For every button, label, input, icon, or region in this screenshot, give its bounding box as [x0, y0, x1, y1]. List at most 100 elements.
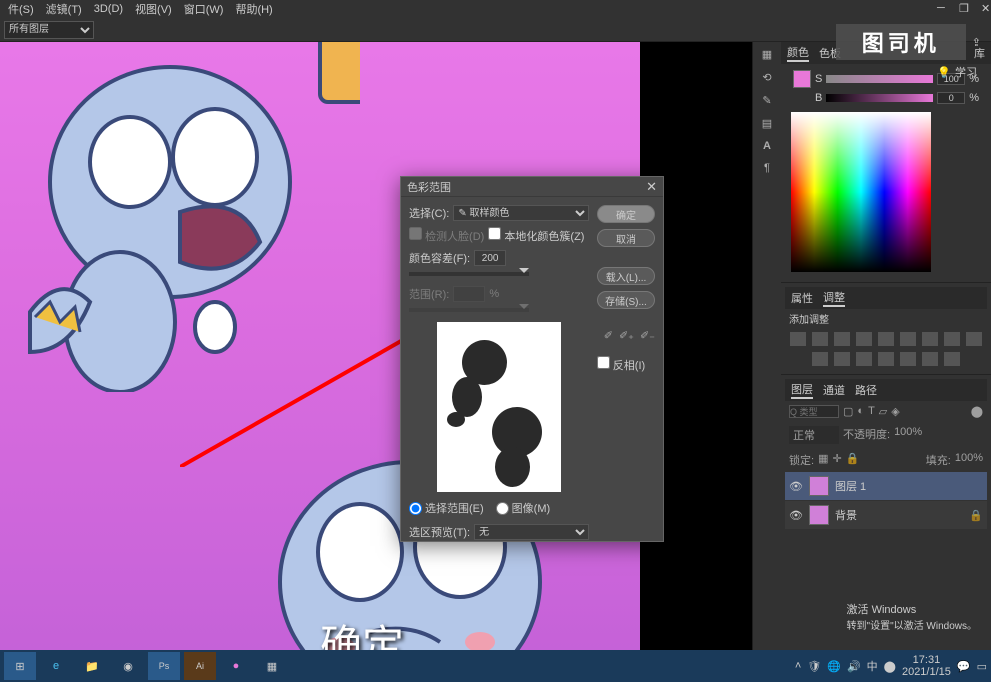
- type-icon[interactable]: A: [763, 140, 771, 152]
- swatches-icon[interactable]: ▤: [762, 117, 772, 130]
- clock-date[interactable]: 2021/1/15: [902, 666, 951, 678]
- selection-preview[interactable]: [437, 322, 561, 492]
- share-icon[interactable]: ⇪: [972, 36, 981, 49]
- layer-name[interactable]: 背景: [835, 507, 857, 523]
- tab-color[interactable]: 颜色: [787, 44, 809, 62]
- adj-bw-icon[interactable]: [944, 332, 960, 346]
- radio-selection[interactable]: 选择范围(E): [409, 500, 484, 516]
- tray-misc-icon[interactable]: ⬤: [884, 660, 896, 673]
- adj-threshold-icon[interactable]: [900, 352, 916, 366]
- adj-brightness-icon[interactable]: [790, 332, 806, 346]
- localized-checkbox[interactable]: 本地化颜色簇(Z): [488, 227, 584, 244]
- tray-security-icon[interactable]: 🛡: [807, 660, 821, 673]
- filter-shape-icon[interactable]: ▱: [879, 405, 887, 418]
- tray-ime-icon[interactable]: 中: [867, 658, 878, 674]
- photoshop-icon[interactable]: Ps: [148, 652, 180, 680]
- adj-levels-icon[interactable]: [812, 332, 828, 346]
- adj-vibrance-icon[interactable]: [878, 332, 894, 346]
- lock-all-icon[interactable]: 🔒: [846, 452, 860, 468]
- tray-up-icon[interactable]: ˄: [795, 660, 801, 672]
- dialog-titlebar[interactable]: 色彩范围 ✕: [401, 177, 663, 197]
- preview-dropdown[interactable]: 无: [474, 524, 589, 540]
- layer-name[interactable]: 图层 1: [835, 478, 866, 494]
- menu-help[interactable]: 帮助(H): [229, 1, 278, 17]
- tab-channels[interactable]: 通道: [823, 382, 845, 398]
- select-dropdown[interactable]: ✎ 取样颜色: [453, 205, 589, 221]
- illustrator-icon[interactable]: Ai: [184, 652, 216, 680]
- adj-hue-icon[interactable]: [900, 332, 916, 346]
- adj-lookup-icon[interactable]: [834, 352, 850, 366]
- tab-properties[interactable]: 属性: [791, 290, 813, 306]
- cancel-button[interactable]: 取消: [597, 229, 655, 247]
- foreground-swatch[interactable]: [793, 70, 811, 88]
- tray-network-icon[interactable]: 🌐: [827, 660, 841, 673]
- clock-time[interactable]: 17:31: [902, 654, 951, 666]
- learn-button[interactable]: 💡学习: [937, 64, 977, 80]
- fuzziness-slider[interactable]: [409, 272, 529, 276]
- adj-colorbalance-icon[interactable]: [922, 332, 938, 346]
- paragraph-icon[interactable]: ¶: [764, 162, 770, 174]
- color-spectrum[interactable]: [791, 112, 931, 272]
- eyedropper-sub-icon[interactable]: ✐₋: [640, 329, 655, 342]
- adj-invert-icon[interactable]: [856, 352, 872, 366]
- tab-paths[interactable]: 路径: [855, 382, 877, 398]
- radio-image[interactable]: 图像(M): [496, 500, 551, 516]
- filter-smart-icon[interactable]: ◈: [891, 405, 899, 418]
- edge-icon[interactable]: e: [40, 652, 72, 680]
- s-slider[interactable]: [826, 75, 933, 83]
- layer-filter-input[interactable]: [789, 405, 839, 418]
- chrome-icon[interactable]: ◉: [112, 652, 144, 680]
- lock-pixels-icon[interactable]: ▦: [818, 452, 828, 468]
- filter-pixel-icon[interactable]: ▢: [843, 405, 853, 418]
- detect-faces-checkbox[interactable]: 检测人脸(D): [409, 227, 484, 244]
- menu-3d[interactable]: 3D(D): [88, 3, 129, 15]
- minimize-icon[interactable]: ─: [931, 2, 943, 15]
- adj-exposure-icon[interactable]: [856, 332, 872, 346]
- panel-icon[interactable]: ▦: [762, 48, 772, 61]
- history-icon[interactable]: ⟲: [762, 71, 771, 84]
- lock-position-icon[interactable]: ✛: [832, 452, 841, 468]
- tray-icon[interactable]: ▭: [977, 660, 987, 673]
- layer-thumbnail[interactable]: [809, 505, 829, 525]
- menu-window[interactable]: 窗口(W): [178, 1, 230, 17]
- eyedropper-add-icon[interactable]: ✐₊: [619, 329, 634, 342]
- app-icon[interactable]: ▦: [256, 652, 288, 680]
- explorer-icon[interactable]: 📁: [76, 652, 108, 680]
- adj-mixer-icon[interactable]: [812, 352, 828, 366]
- layer-thumbnail[interactable]: [809, 476, 829, 496]
- notifications-icon[interactable]: 💬: [957, 660, 971, 673]
- adj-photo-icon[interactable]: [966, 332, 982, 346]
- menu-filter[interactable]: 滤镜(T): [40, 1, 88, 17]
- opacity-value[interactable]: 100%: [894, 426, 922, 444]
- adj-curves-icon[interactable]: [834, 332, 850, 346]
- layer-row-2[interactable]: 👁 背景 🔒: [785, 501, 987, 529]
- filter-adjust-icon[interactable]: ◐: [857, 405, 864, 418]
- brush-panel-icon[interactable]: ✎: [762, 94, 771, 107]
- adj-poster-icon[interactable]: [878, 352, 894, 366]
- tab-layers[interactable]: 图层: [791, 381, 813, 399]
- close-icon[interactable]: ✕: [975, 2, 987, 15]
- filter-toggle[interactable]: ⬤: [971, 405, 983, 418]
- invert-checkbox[interactable]: 反相(I): [597, 356, 655, 373]
- menu-view[interactable]: 视图(V): [129, 1, 178, 17]
- adj-selcolor-icon[interactable]: [944, 352, 960, 366]
- tray-volume-icon[interactable]: 🔊: [847, 660, 861, 673]
- load-button[interactable]: 载入(L)...: [597, 267, 655, 285]
- visibility-icon[interactable]: 👁: [789, 509, 803, 522]
- layer-filter-select[interactable]: 所有图层: [4, 21, 94, 39]
- visibility-icon[interactable]: 👁: [789, 480, 803, 493]
- b-value[interactable]: [937, 92, 965, 104]
- fill-value[interactable]: 100%: [955, 452, 983, 468]
- show-desktop-button[interactable]: ⊞: [4, 652, 36, 680]
- b-slider[interactable]: [826, 94, 933, 102]
- adj-gradmap-icon[interactable]: [922, 352, 938, 366]
- tab-adjustments[interactable]: 调整: [823, 289, 845, 307]
- eyedropper-icon[interactable]: ✐: [604, 329, 613, 342]
- ok-button[interactable]: 确定: [597, 205, 655, 223]
- app-icon[interactable]: ●: [220, 652, 252, 680]
- layer-row-1[interactable]: 👁 图层 1: [785, 472, 987, 500]
- fuzziness-input[interactable]: [474, 250, 506, 266]
- save-button[interactable]: 存储(S)...: [597, 291, 655, 309]
- dialog-close-icon[interactable]: ✕: [646, 179, 657, 195]
- filter-type-icon[interactable]: T: [868, 405, 875, 418]
